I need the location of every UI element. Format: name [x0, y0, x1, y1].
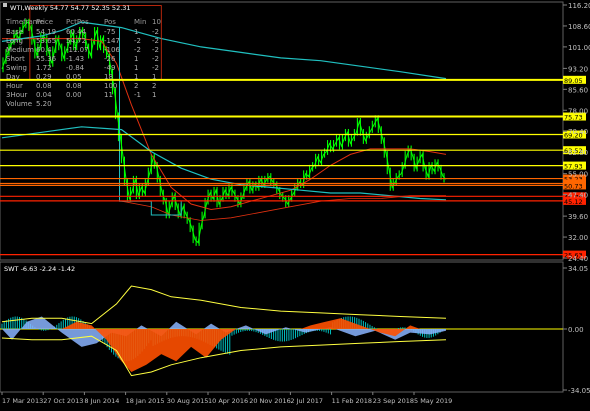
- level-label: 50.73: [564, 182, 583, 190]
- table-cell: Short: [6, 55, 25, 63]
- table-cell: 54.19: [36, 28, 56, 36]
- table-cell: -2: [152, 55, 159, 63]
- price-tick-label: 70.40: [568, 128, 588, 136]
- table-cell: 5.20: [36, 100, 52, 108]
- table-cell: Hour: [6, 82, 23, 90]
- table-cell: -147: [104, 37, 120, 45]
- table-cell: 0.08: [66, 82, 82, 90]
- time-tick-label: 18 Jan 2015: [126, 397, 165, 405]
- swt-lower-envelope: [1, 335, 447, 377]
- time-tick-label: 27 Oct 2013: [43, 397, 83, 405]
- table-cell: Medium: [6, 46, 34, 54]
- table-cell: 2: [134, 82, 138, 90]
- indicator-label: SWT -6.63 -2.24 -1.42: [4, 265, 75, 273]
- table-cell: 1: [134, 64, 138, 72]
- table-cell: 54.72: [66, 37, 86, 45]
- time-tick-label: 2 Jul 2017: [290, 397, 323, 405]
- table-header: 10: [152, 18, 161, 26]
- table-header: Price: [36, 18, 53, 26]
- table-cell: 2: [152, 82, 156, 90]
- table-cell: 1: [134, 73, 138, 81]
- price-chart[interactable]: 89.0575.7369.2063.5257.9353.2351.4250.73…: [0, 0, 590, 407]
- table-cell: -2: [152, 37, 159, 45]
- time-tick-label: 8 Jun 2014: [84, 397, 119, 405]
- table-cell: -2: [134, 46, 141, 54]
- price-tick-label: 47.40: [568, 192, 588, 200]
- time-tick-label: 20 Nov 2016: [249, 397, 291, 405]
- table-cell: 1: [152, 73, 156, 81]
- price-tick-label: 39.60: [568, 213, 588, 221]
- table-cell: Swing: [6, 64, 27, 72]
- table-cell: -75: [104, 28, 115, 36]
- price-tick-label: 55.00: [568, 171, 588, 179]
- table-cell: 3Hour: [6, 91, 27, 99]
- time-tick-label: 11 Feb 2018: [332, 397, 372, 405]
- time-tick-label: 5 May 2019: [414, 397, 452, 405]
- table-header: Min: [134, 18, 146, 26]
- table-cell: 53.65: [36, 37, 56, 45]
- table-cell: 0.00: [66, 91, 82, 99]
- middle-trend-line: [1, 126, 447, 201]
- table-cell: Base: [6, 28, 23, 36]
- price-tick-label: 85.60: [568, 86, 588, 94]
- table-cell: -2: [152, 64, 159, 72]
- table-cell: -26: [104, 55, 116, 63]
- table-cell: 0.29: [36, 73, 52, 81]
- table-cell: 60.4: [36, 46, 52, 54]
- price-tick-label: 24.40: [568, 255, 588, 263]
- table-cell: 1: [134, 55, 138, 63]
- table-cell: 18: [104, 73, 113, 81]
- table-cell: 0.05: [66, 73, 82, 81]
- table-cell: -1: [134, 91, 141, 99]
- level-label: 57.93: [564, 163, 583, 171]
- time-tick-label: 17 Mar 2013: [2, 397, 43, 405]
- table-cell: 1.72: [36, 64, 52, 72]
- chart-window: 89.0575.7369.2063.5257.9353.2351.4250.73…: [0, 0, 590, 407]
- time-tick-label: 23 Sep 2018: [373, 397, 414, 405]
- table-header: PctPos: [66, 18, 89, 26]
- swt-upper-envelope: [1, 285, 447, 325]
- dropdown-arrow-icon: [3, 3, 7, 7]
- table-cell: -0.84: [66, 64, 85, 72]
- step-line: [119, 27, 182, 216]
- table-cell: Volume: [6, 100, 32, 108]
- price-tick-label: 78.00: [568, 107, 588, 115]
- table-cell: -2: [134, 37, 141, 45]
- table-header: Pos: [104, 18, 116, 26]
- indicator-tick-label: -34.05: [568, 387, 590, 395]
- table-cell: Long: [6, 37, 23, 45]
- table-cell: -1.43: [66, 55, 84, 63]
- price-tick-label: 93.20: [568, 65, 588, 73]
- table-cell: 0.04: [36, 91, 52, 99]
- table-cell: -2: [152, 46, 159, 54]
- table-cell: 55.36: [36, 55, 57, 63]
- price-tick-label: 32.00: [568, 234, 588, 242]
- table-cell: 0.08: [36, 82, 52, 90]
- table-cell: Day: [6, 73, 20, 81]
- time-tick-label: 30 Aug 2015: [167, 397, 209, 405]
- indicator-tick-label: 0.00: [568, 326, 584, 334]
- table-cell: 11: [104, 91, 113, 99]
- table-cell: -106: [104, 46, 120, 54]
- time-tick-label: 10 Apr 2016: [208, 397, 248, 405]
- level-label: 89.05: [564, 77, 583, 85]
- chart-symbol-title: WTI,Weekly 54.77 54.77 52.35 52.31: [10, 4, 131, 12]
- price-tick-label: 116.20: [568, 2, 590, 10]
- swt-orange-area: [61, 318, 421, 372]
- table-cell: 60.44: [66, 28, 87, 36]
- table-cell: 1: [134, 28, 138, 36]
- table-cell: -49: [104, 64, 115, 72]
- indicator-tick-label: 34.05: [568, 265, 588, 273]
- price-tick-label: 62.80: [568, 149, 588, 157]
- table-cell: -11.07: [66, 46, 89, 54]
- table-cell: 1: [152, 91, 156, 99]
- table-cell: -2: [152, 28, 159, 36]
- price-tick-label: 101.00: [568, 44, 590, 52]
- table-cell: 100: [104, 82, 117, 90]
- price-tick-label: 108.60: [568, 23, 590, 31]
